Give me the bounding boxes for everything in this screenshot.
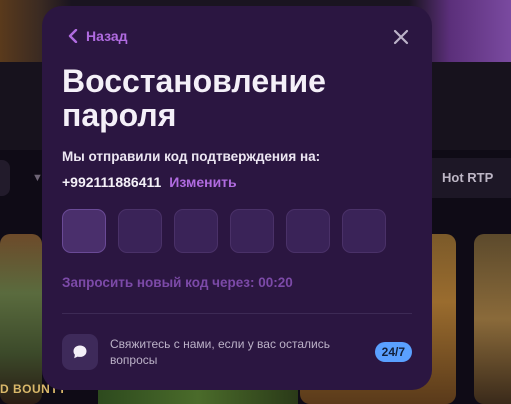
support-section: Свяжитесь с нами, если у вас остались во… [62,334,412,370]
code-digit-5[interactable] [286,209,330,253]
tab-hot-rtp-label: Hot RTP [442,170,494,185]
background-filter-chip[interactable] [0,160,10,196]
chat-button[interactable] [62,334,98,370]
close-icon[interactable] [392,28,410,46]
code-digit-4[interactable] [230,209,274,253]
code-digit-3[interactable] [174,209,218,253]
phone-number: +992111886411 [62,174,162,190]
chevron-left-icon [68,29,78,43]
code-digit-2[interactable] [118,209,162,253]
filter-icon: ▼ [32,172,43,184]
support-text: Свяжитесь с нами, если у вас остались во… [110,337,330,367]
back-button[interactable]: Назад [68,28,128,44]
code-digit-6[interactable] [342,209,386,253]
chat-bubble-icon [73,345,87,359]
game-card-right[interactable] [474,234,511,404]
change-phone-link[interactable]: Изменить [169,174,236,190]
game-card-left[interactable] [0,234,42,404]
resend-code-timer: Запросить новый код через: 00:20 [62,275,293,290]
phone-row: +992111886411 Изменить [62,174,237,190]
password-recovery-modal: Назад Восстановление пароля Мы отправили… [42,6,432,390]
divider [62,313,412,314]
code-sent-text: Мы отправили код подтверждения на: [62,149,321,164]
page-title: Восстановление пароля [62,63,326,133]
verification-code-inputs [62,209,386,253]
back-label: Назад [86,28,128,44]
code-digit-1[interactable] [62,209,106,253]
support-hours-badge: 24/7 [374,342,412,362]
